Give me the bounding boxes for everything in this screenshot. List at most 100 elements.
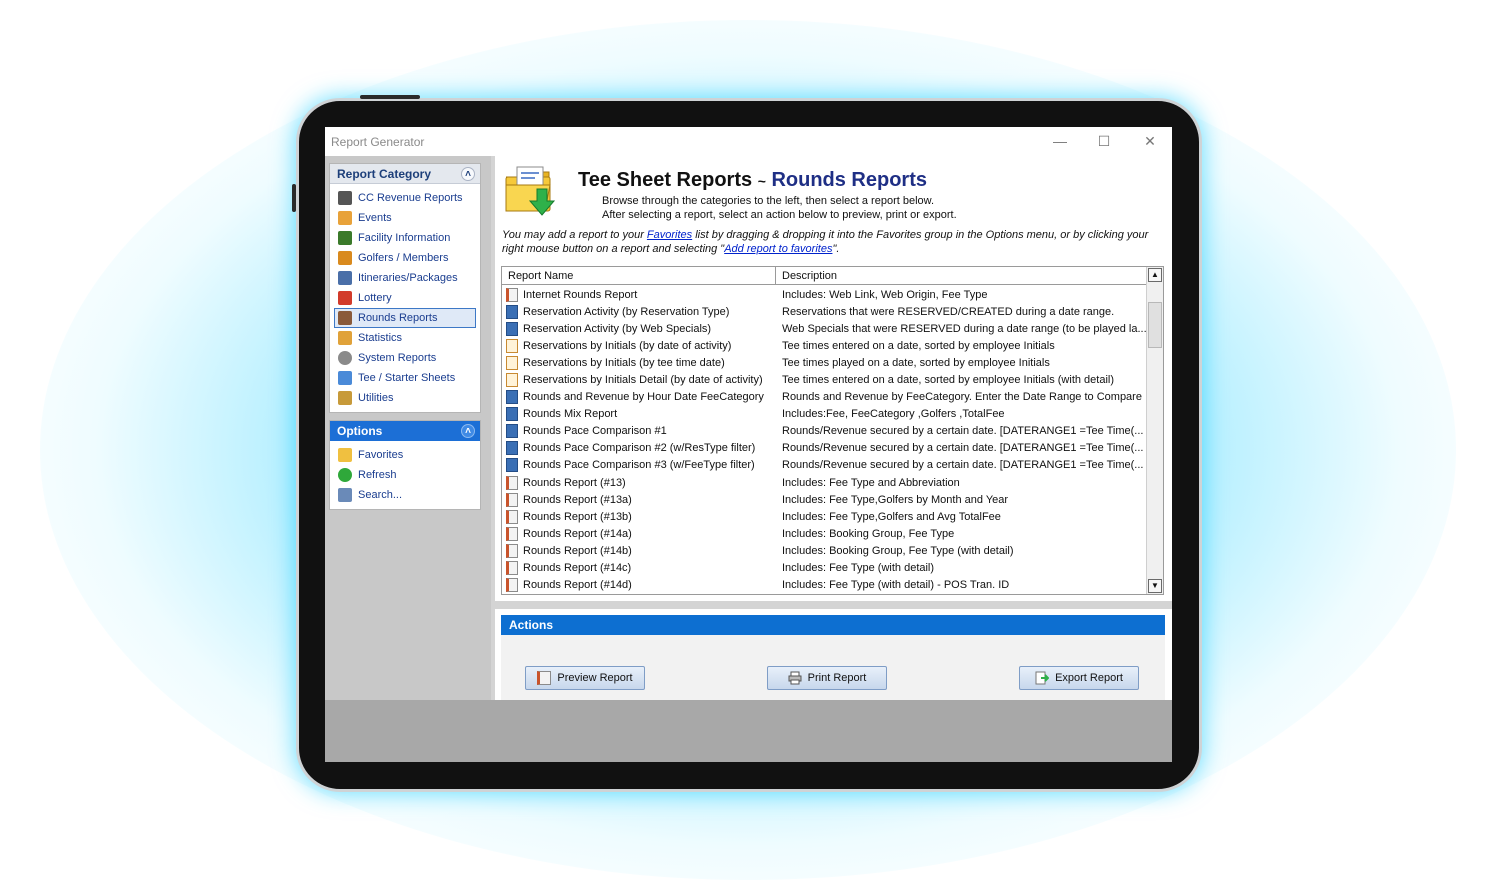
collapse-icon[interactable]: ˄ [461,424,475,438]
report-name: Rounds Report (#13a) [523,493,632,506]
report-description: Tee times entered on a date, sorted by e… [782,374,1115,387]
report-description: Includes: Fee Type (with detail) - POS T… [782,579,1010,592]
table-row[interactable]: Rounds Report (#13) Includes: Fee Type an… [502,474,1147,491]
table-row[interactable]: Rounds Report (#14d) Includes: Fee Type (… [502,577,1147,594]
table-row[interactable]: Reservations by Initials Detail (by date… [502,371,1147,388]
report-name-cell: Reservations by Initials Detail (by date… [502,373,779,388]
close-button[interactable]: ✕ [1139,131,1161,151]
report-name: Internet Rounds Report [523,288,638,301]
scroll-down-icon[interactable]: ▼ [1148,579,1162,593]
report-name: Rounds Pace Comparison #2 (w/ResType fil… [523,442,756,455]
options-title: Options [337,424,383,438]
report-name-cell: Reservation Activity (by Reservation Typ… [502,304,779,319]
report-description: Includes: Fee Type,Golfers by Month and … [782,493,1009,506]
page-title: Tee Sheet Reports ~ Rounds Reports [578,169,927,192]
category-label: CC Revenue Reports [358,192,463,204]
add-to-favorites-link[interactable]: Add report to favorites [724,243,832,255]
options-header[interactable]: Options ˄ [330,421,480,441]
nav-item-refresh[interactable]: Refresh [330,465,480,485]
scroll-thumb[interactable] [1148,302,1162,348]
nav-item-system-reports[interactable]: System Reports [330,348,480,368]
table-row[interactable]: Rounds Pace Comparison #1 Rounds/Revenue … [502,423,1147,440]
nav-item-statistics[interactable]: Statistics [330,328,480,348]
report-icon [506,526,518,541]
tablet-screen: Report Generator — ☐ ✕ Report Category ˄… [325,127,1172,762]
reports-grid: Report Name Description Internet Rounds … [501,266,1164,595]
package-icon [338,271,352,285]
table-row[interactable]: Reservation Activity (by Reservation Typ… [502,303,1147,320]
column-description[interactable]: Description [776,267,1146,284]
splitter[interactable] [495,601,1172,609]
category-label: Facility Information [358,232,451,244]
table-row[interactable]: Rounds Report (#14a) Includes: Booking Gr… [502,525,1147,542]
table-row[interactable]: Rounds Pace Comparison #2 (w/ResType fil… [502,440,1147,457]
preview-report-button[interactable]: Preview Report [525,666,645,690]
report-name-cell: Reservations by Initials (by date of act… [502,338,779,353]
nav-item-events[interactable]: Events [330,208,480,228]
nav-item-golfers-members[interactable]: Golfers / Members [330,248,480,268]
report-icon [506,407,518,422]
credit-card-icon [338,191,352,205]
report-name-cell: Rounds Pace Comparison #1 [502,424,779,439]
nav-item-search[interactable]: Search... [330,485,480,505]
table-row[interactable]: Reservations by Initials (by date of act… [502,337,1147,354]
report-name-cell: Rounds Mix Report [502,407,779,422]
table-row[interactable]: Rounds Report (#13a) Includes: Fee Type,G… [502,491,1147,508]
table-row[interactable]: Rounds and Revenue by Hour Date FeeCateg… [502,389,1147,406]
table-row[interactable]: Reservation Activity (by Web Specials) We… [502,320,1147,337]
table-row[interactable]: Rounds Report (#14c) Includes: Fee Type (… [502,560,1147,577]
title-bar: Report Generator — ☐ ✕ [325,127,1172,156]
print-report-button[interactable]: Print Report [767,666,887,690]
scroll-up-icon[interactable]: ▲ [1148,268,1162,282]
report-name-cell: Internet Rounds Report [502,287,779,302]
export-report-button[interactable]: Export Report [1019,666,1139,690]
report-description: Rounds/Revenue secured by a certain date… [782,425,1144,438]
actions-panel: Actions Preview Report Print Report Expo… [501,615,1165,700]
favorites-link[interactable]: Favorites [647,229,692,241]
report-icon [506,561,518,576]
nav-item-cc-revenue-reports[interactable]: CC Revenue Reports [330,188,480,208]
nav-item-utilities[interactable]: Utilities [330,388,480,408]
report-name-cell: Rounds and Revenue by Hour Date FeeCateg… [502,390,779,405]
report-description: Includes: Fee Type (with detail) [782,562,935,575]
sheet-icon [338,371,352,385]
category-label: Lottery [358,292,392,304]
vertical-scrollbar[interactable]: ▲ ▼ [1146,267,1163,594]
collapse-icon[interactable]: ˄ [461,167,475,181]
report-description: Rounds and Revenue by FeeCategory. Enter… [782,391,1142,404]
report-description: Includes:Fee, FeeCategory ,Golfers ,Tota… [782,408,1005,421]
option-label: Refresh [358,469,397,481]
category-list: CC Revenue Reports Events Facility Informa… [330,184,480,408]
nav-item-tee-starter-sheets[interactable]: Tee / Starter Sheets [330,368,480,388]
nav-item-favorites[interactable]: Favorites [330,445,480,465]
table-row[interactable]: Rounds Report (#14b) Includes: Booking Gr… [502,542,1147,559]
people-icon [338,251,352,265]
column-report-name[interactable]: Report Name [502,267,776,284]
report-category-header[interactable]: Report Category ˄ [330,164,480,184]
report-icon [506,424,518,439]
report-name: Rounds Report (#13) [523,476,626,489]
table-row[interactable]: Rounds Report (#13b) Includes: Fee Type,G… [502,508,1147,525]
nav-item-facility-information[interactable]: Facility Information [330,228,480,248]
report-name: Rounds Report (#14a) [523,527,632,540]
nav-item-rounds-reports[interactable]: Rounds Reports [334,308,476,328]
table-row[interactable]: Internet Rounds Report Includes: Web Link… [502,286,1147,303]
report-icon [506,441,518,456]
report-name: Reservations by Initials (by date of act… [523,339,732,352]
minimize-button[interactable]: — [1049,131,1071,151]
category-label: Events [358,212,392,224]
report-icon [506,578,518,593]
search-icon [338,488,352,502]
table-row[interactable]: Rounds Pace Comparison #3 (w/FeeType fil… [502,457,1147,474]
category-label: Statistics [358,332,403,344]
golf-cart-icon [338,231,352,245]
nav-item-lottery[interactable]: Lottery [330,288,480,308]
maximize-button[interactable]: ☐ [1093,131,1115,151]
report-icon [506,458,518,473]
report-name-cell: Rounds Report (#14c) [502,561,779,576]
nav-item-itineraries-packages[interactable]: Itineraries/Packages [330,268,480,288]
table-row[interactable]: Reservations by Initials (by tee time da… [502,354,1147,371]
report-icon [506,390,518,405]
report-name-cell: Rounds Report (#13b) [502,509,779,524]
table-row[interactable]: Rounds Mix Report Includes:Fee, FeeCatego… [502,406,1147,423]
